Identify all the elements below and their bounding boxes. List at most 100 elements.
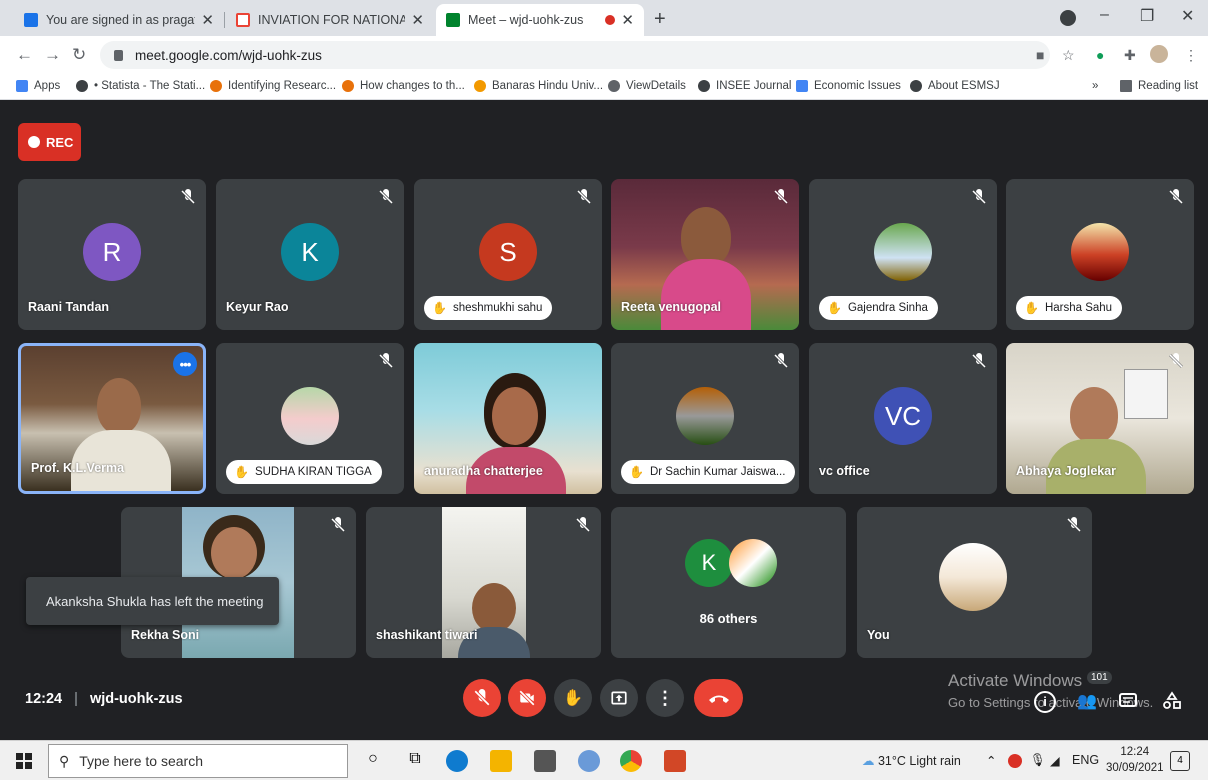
- restore-icon[interactable]: ❐: [1140, 6, 1154, 26]
- video-person-body: [661, 259, 751, 330]
- bookmark-label: How changes to th...: [360, 80, 465, 92]
- meeting-time: 12:24: [25, 691, 63, 707]
- url-field[interactable]: meet.google.com/wjd-uohk-zus: [100, 41, 1050, 69]
- network-icon[interactable]: ◢: [1050, 753, 1060, 768]
- video-person: [97, 378, 141, 434]
- participant-tile[interactable]: S ✋ sheshmukhi sahu: [414, 179, 602, 330]
- bookmark-insee[interactable]: INSEE Journal: [698, 80, 791, 92]
- address-bar: ← → ↻ meet.google.com/wjd-uohk-zus ■ ☆ ●…: [0, 36, 1208, 74]
- hand-icon: ✋: [827, 301, 842, 315]
- more-options-button[interactable]: ⋮: [646, 679, 684, 717]
- forward-icon[interactable]: →: [44, 45, 61, 65]
- participant-video[interactable]: shashikant tiwari: [366, 507, 601, 658]
- participant-video[interactable]: anuradha chatterjee: [414, 343, 602, 494]
- tab-strip: You are signed in as pragatik_eco ✕ INVI…: [0, 0, 1208, 36]
- windows-start-icon[interactable]: [16, 753, 32, 769]
- system-clock[interactable]: 12:24 30/09/2021: [1106, 744, 1164, 776]
- bookmarks-overflow[interactable]: »: [1092, 80, 1098, 92]
- notifications-icon[interactable]: 4: [1170, 751, 1190, 771]
- reload-icon[interactable]: ↻: [72, 45, 86, 65]
- raise-hand-button[interactable]: ✋: [554, 679, 592, 717]
- bookmark-statista[interactable]: • Statista - The Stati...: [76, 80, 205, 92]
- hand-icon: ✋: [1024, 301, 1039, 315]
- tab-signed-in[interactable]: You are signed in as pragatik_eco ✕: [14, 4, 224, 36]
- profile-icon[interactable]: [1060, 10, 1076, 26]
- bookmark-bhu[interactable]: Banaras Hindu Univ...: [474, 80, 603, 92]
- bookmark-esmsj[interactable]: About ESMSJ: [910, 80, 1000, 92]
- video-person: [472, 583, 516, 633]
- task-view-icon[interactable]: ⧉: [404, 750, 426, 772]
- tab-label: You are signed in as pragatik_eco: [46, 13, 196, 27]
- participant-tile[interactable]: ✋ Harsha Sahu: [1006, 179, 1194, 330]
- window-close-icon[interactable]: ✕: [1181, 6, 1194, 26]
- profile-avatar[interactable]: [1150, 45, 1168, 63]
- bookmark-economic[interactable]: Economic Issues: [796, 80, 901, 92]
- video-person: [1070, 387, 1118, 443]
- meeting-controls-bar: 12:24 | wjd-uohk-zus ✋ ⋮ Activate Window…: [0, 671, 1208, 737]
- chat-icon[interactable]: [1118, 691, 1140, 713]
- reading-list-icon: [1120, 80, 1132, 92]
- bookmark-apps[interactable]: Apps: [16, 80, 60, 92]
- mic-off-icon: [576, 189, 592, 205]
- participant-video[interactable]: ••• Prof. K.L.Verma: [18, 343, 206, 494]
- weather-widget[interactable]: ☁ 31°C Light rain: [862, 753, 961, 768]
- tab-meet[interactable]: Meet – wjd-uohk-zus ✕: [436, 4, 644, 36]
- tray-chevron-icon[interactable]: ⌃: [986, 753, 996, 768]
- star-icon[interactable]: ☆: [1062, 47, 1075, 64]
- tray-app-icon[interactable]: [1008, 754, 1022, 768]
- app-icon[interactable]: [578, 750, 600, 772]
- mic-off-icon: [575, 517, 591, 533]
- bookmark-identifying[interactable]: Identifying Researc...: [210, 80, 336, 92]
- chrome-icon[interactable]: [620, 750, 642, 772]
- edge-icon[interactable]: [446, 750, 468, 772]
- close-icon[interactable]: ✕: [621, 11, 634, 29]
- close-icon[interactable]: ✕: [411, 11, 424, 29]
- self-tile[interactable]: You: [857, 507, 1092, 658]
- participant-tile[interactable]: VC vc office: [809, 343, 997, 494]
- cortana-icon[interactable]: ○: [362, 750, 384, 772]
- more-options-icon[interactable]: •••: [173, 352, 197, 376]
- participant-tile[interactable]: ✋ Dr Sachin Kumar Jaiswa...: [611, 343, 799, 494]
- mic-off-icon: [330, 517, 346, 533]
- minimize-icon[interactable]: –: [1100, 6, 1109, 24]
- activities-icon[interactable]: [1162, 691, 1184, 713]
- participant-tile[interactable]: K Keyur Rao: [216, 179, 404, 330]
- apps-icon: [16, 80, 28, 92]
- bookmark-viewdetails[interactable]: ViewDetails: [608, 80, 686, 92]
- others-tile[interactable]: K 86 others: [611, 507, 846, 658]
- weather-icon: ☁: [862, 754, 875, 768]
- info-icon[interactable]: i: [1034, 691, 1056, 713]
- language-indicator[interactable]: ENG: [1072, 753, 1099, 767]
- bookmarks-bar: Apps • Statista - The Stati... Identifyi…: [0, 74, 1208, 100]
- mail-icon[interactable]: [534, 750, 556, 772]
- tab-invitation[interactable]: INVIATION FOR NATIONAL WEB ✕: [226, 4, 434, 36]
- leave-call-button[interactable]: [694, 679, 743, 717]
- grammarly-icon[interactable]: ●: [1096, 47, 1104, 63]
- profile-photo: [1071, 223, 1129, 281]
- close-icon[interactable]: ✕: [201, 11, 214, 29]
- menu-icon[interactable]: ⋮: [1184, 47, 1198, 64]
- reading-list[interactable]: Reading list: [1120, 80, 1198, 92]
- microphone-toggle-button[interactable]: [463, 679, 501, 717]
- powerpoint-icon[interactable]: [664, 750, 686, 772]
- taskbar-search[interactable]: ⚲ Type here to search: [48, 744, 348, 778]
- participant-tile[interactable]: R Raani Tandan: [18, 179, 206, 330]
- file-explorer-icon[interactable]: [490, 750, 512, 772]
- participant-video[interactable]: Reeta venugopal: [611, 179, 799, 330]
- avatar: K: [685, 539, 733, 587]
- camera-toggle-button[interactable]: [508, 679, 546, 717]
- participant-tile[interactable]: ✋ SUDHA KIRAN TIGGA: [216, 343, 404, 494]
- new-tab-button[interactable]: +: [654, 8, 666, 31]
- participant-tile[interactable]: ✋ Gajendra Sinha: [809, 179, 997, 330]
- microphone-tray-icon[interactable]: 🎙: [1030, 753, 1046, 768]
- meeting-info: 12:24 | wjd-uohk-zus: [25, 691, 183, 707]
- camera-icon[interactable]: ■: [1036, 47, 1044, 63]
- people-icon[interactable]: 👥: [1076, 691, 1098, 713]
- extensions-icon[interactable]: ✚: [1124, 47, 1136, 64]
- participant-name: Gajendra Sinha: [847, 302, 928, 314]
- back-icon[interactable]: ←: [16, 45, 33, 65]
- participant-video[interactable]: Abhaya Joglekar: [1006, 343, 1194, 494]
- present-screen-button[interactable]: [600, 679, 638, 717]
- bookmark-how-changes[interactable]: How changes to th...: [342, 80, 465, 92]
- url-text: meet.google.com/wjd-uohk-zus: [135, 47, 322, 63]
